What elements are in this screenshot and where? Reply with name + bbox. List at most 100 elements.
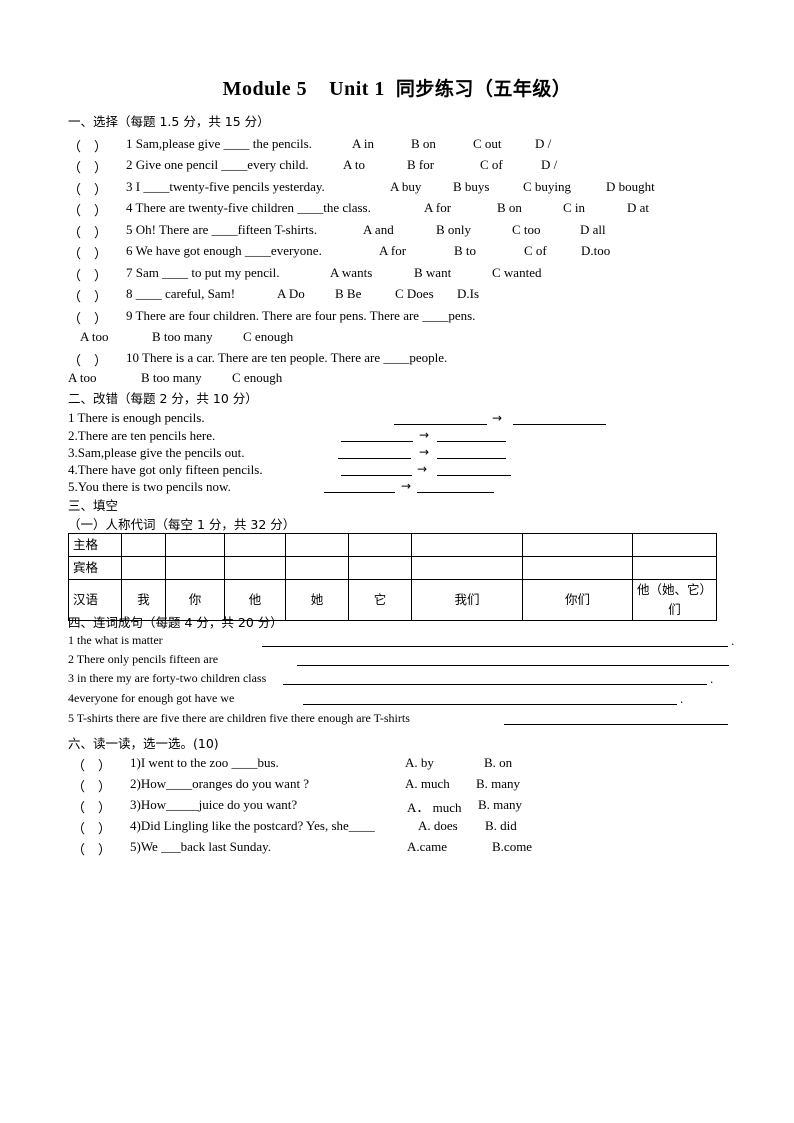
q6-1-option-a[interactable]: A. by	[405, 755, 434, 771]
q5-option-d[interactable]: D all	[580, 222, 606, 238]
q6-4-option-b[interactable]: B. did	[485, 818, 517, 834]
correction-blank-1b[interactable]	[513, 424, 606, 425]
q6-1-paren[interactable]: （ ）	[72, 755, 111, 774]
q10-option-c[interactable]: C enough	[232, 370, 282, 386]
q8-text: 8 ____ careful, Sam!	[126, 286, 236, 301]
q7-option-c[interactable]: C wanted	[492, 265, 541, 281]
q8-option-c[interactable]: C Does	[395, 286, 434, 302]
q6-option-a[interactable]: A for	[379, 243, 406, 259]
q3-option-a[interactable]: A buy	[390, 179, 421, 195]
q3-option-b[interactable]: B buys	[453, 179, 489, 195]
correction-blank-4b[interactable]	[437, 475, 511, 476]
cell-object-3[interactable]	[224, 556, 286, 580]
cell-subject-2[interactable]	[165, 533, 225, 557]
q6-5-paren[interactable]: （ ）	[72, 839, 111, 858]
cell-object-7[interactable]	[522, 556, 633, 580]
q6-2-paren[interactable]: （ ）	[72, 776, 111, 795]
q3-paren[interactable]: （ ）	[68, 179, 107, 198]
cell-subject-3[interactable]	[224, 533, 286, 557]
cell-subject-1[interactable]	[121, 533, 166, 557]
q2-option-a[interactable]: A to	[343, 157, 365, 173]
q8-option-d[interactable]: D.Is	[457, 286, 479, 302]
q3-option-c[interactable]: C buying	[523, 179, 571, 195]
q10-option-a[interactable]: A too	[68, 370, 97, 386]
q4-option-a[interactable]: A for	[424, 200, 451, 216]
correction-item-1: 1 There is enough pencils.	[68, 410, 205, 425]
correction-blank-2b[interactable]	[437, 441, 506, 442]
q9-option-a[interactable]: A too	[80, 329, 109, 345]
q5-paren[interactable]: （ ）	[68, 222, 107, 241]
q6-3-option-a[interactable]: A． much	[407, 797, 462, 816]
q6-1-option-b[interactable]: B. on	[484, 755, 512, 771]
cell-object-6[interactable]	[411, 556, 523, 580]
q6-3-paren[interactable]: （ ）	[72, 797, 111, 816]
q2-option-d[interactable]: D /	[541, 157, 557, 173]
cell-object-1[interactable]	[121, 556, 166, 580]
q7-option-a[interactable]: A wants	[330, 265, 372, 281]
q8-option-a[interactable]: A Do	[277, 286, 305, 302]
q5-option-b[interactable]: B only	[436, 222, 471, 238]
correction-blank-3a[interactable]	[338, 458, 411, 459]
cell-object-4[interactable]	[285, 556, 349, 580]
q8-paren[interactable]: （ ）	[68, 286, 107, 305]
cell-subject-8[interactable]	[632, 533, 717, 557]
q1-paren[interactable]: （ ）	[68, 136, 107, 155]
q6-option-b[interactable]: B to	[454, 243, 476, 259]
arrow-2-icon: →	[419, 428, 430, 442]
q10-paren[interactable]: （ ）	[68, 350, 107, 369]
q6-5-option-a[interactable]: A.came	[407, 839, 447, 855]
q1-option-d[interactable]: D /	[535, 136, 551, 152]
q9-option-b[interactable]: B too many	[152, 329, 213, 345]
q4-option-d[interactable]: D at	[627, 200, 649, 216]
cell-object-5[interactable]	[348, 556, 412, 580]
q6-3-option-b[interactable]: B. many	[478, 797, 522, 813]
q2-option-c[interactable]: C of	[480, 157, 503, 173]
cell-object-2[interactable]	[165, 556, 225, 580]
q4-option-c[interactable]: C in	[563, 200, 585, 216]
q9-paren[interactable]: （ ）	[68, 308, 107, 327]
q5-option-a[interactable]: A and	[363, 222, 394, 238]
q4-paren[interactable]: （ ）	[68, 200, 107, 219]
q2-option-b[interactable]: B for	[407, 157, 434, 173]
q4-option-b[interactable]: B on	[497, 200, 522, 216]
q6-option-d[interactable]: D.too	[581, 243, 610, 259]
sentence-item-4: 4everyone for enough got have we	[68, 691, 235, 705]
cell-subject-7[interactable]	[522, 533, 633, 557]
q6-4-option-a[interactable]: A. does	[418, 818, 458, 834]
correction-blank-1a[interactable]	[394, 424, 487, 425]
cell-subject-6[interactable]	[411, 533, 523, 557]
correction-blank-5a[interactable]	[324, 492, 395, 493]
q1-option-b[interactable]: B on	[411, 136, 436, 152]
q1-option-c[interactable]: C out	[473, 136, 502, 152]
q7-option-b[interactable]: B want	[414, 265, 451, 281]
cell-subject-4[interactable]	[285, 533, 349, 557]
cell-subject-5[interactable]	[348, 533, 412, 557]
sentence-blank-5[interactable]	[504, 724, 728, 725]
q10-option-b[interactable]: B too many	[141, 370, 202, 386]
q6-paren[interactable]: （ ）	[68, 243, 107, 262]
correction-blank-3b[interactable]	[437, 458, 506, 459]
q8-option-b[interactable]: B Be	[335, 286, 361, 302]
q2-paren[interactable]: （ ）	[68, 157, 107, 176]
q3-option-d[interactable]: D bought	[606, 179, 655, 195]
q6-2-option-b[interactable]: B. many	[476, 776, 520, 792]
q7-paren[interactable]: （ ）	[68, 265, 107, 284]
sentence-blank-1[interactable]	[262, 646, 728, 647]
cell-chinese-6: 我们	[411, 579, 523, 621]
q6-4-paren[interactable]: （ ）	[72, 818, 111, 837]
q6-5-option-b[interactable]: B.come	[492, 839, 532, 855]
correction-blank-5b[interactable]	[417, 492, 494, 493]
cell-object-8[interactable]	[632, 556, 717, 580]
section-4-heading: 四、连词成句（每题 4 分，共 20 分）	[68, 615, 283, 630]
correction-blank-2a[interactable]	[341, 441, 413, 442]
correction-blank-4a[interactable]	[341, 475, 412, 476]
cell-chinese-7: 你们	[522, 579, 633, 621]
q6-option-c[interactable]: C of	[524, 243, 547, 259]
q1-option-a[interactable]: A in	[352, 136, 374, 152]
q5-option-c[interactable]: C too	[512, 222, 541, 238]
q6-2-option-a[interactable]: A. much	[405, 776, 450, 792]
sentence-blank-4[interactable]	[303, 704, 677, 705]
sentence-blank-3[interactable]	[283, 684, 707, 685]
q9-option-c[interactable]: C enough	[243, 329, 293, 345]
sentence-blank-2[interactable]	[297, 665, 729, 666]
